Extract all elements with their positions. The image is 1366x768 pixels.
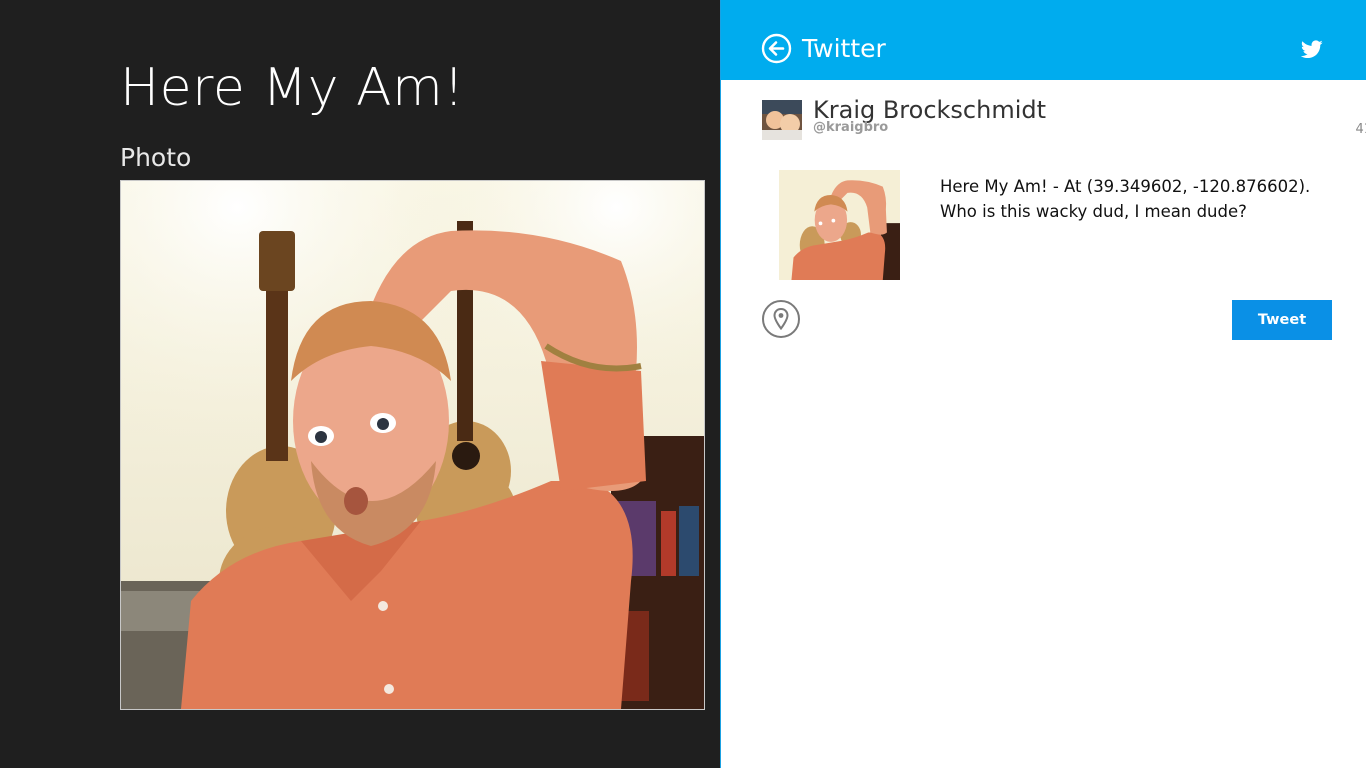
attached-photo-thumbnail: [779, 170, 900, 280]
photo-image[interactable]: [120, 180, 705, 710]
tweet-button[interactable]: Tweet: [1232, 300, 1332, 340]
location-pin-icon[interactable]: [762, 300, 800, 338]
share-pane: Twitter Kraig Brockschmidt @kraigbro 41: [720, 0, 1366, 768]
user-handle: @kraigbro: [813, 120, 889, 135]
photo-section-label: Photo: [120, 143, 192, 172]
avatar: [762, 100, 802, 140]
share-title: Twitter: [802, 34, 886, 63]
photo-illustration: [121, 181, 704, 709]
back-arrow-icon[interactable]: [761, 33, 792, 64]
tweet-text-input[interactable]: Here My Am! - At (39.349602, -120.876602…: [940, 174, 1330, 224]
twitter-bird-icon: [1300, 40, 1323, 59]
remaining-characters-count: 41: [1355, 122, 1366, 137]
share-header: Twitter: [721, 0, 1366, 80]
app-title: Here My Am!: [120, 58, 465, 118]
account-row: Kraig Brockschmidt @kraigbro 41: [762, 96, 1366, 146]
